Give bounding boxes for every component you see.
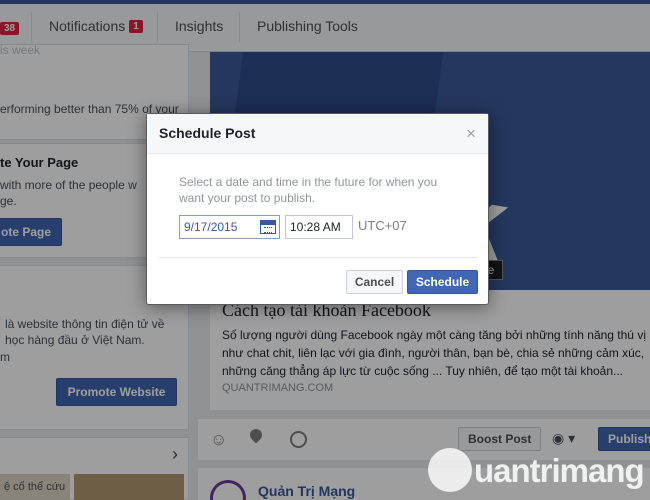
date-field[interactable]: 9/17/2015 (179, 215, 280, 239)
dialog-header: Schedule Post × (147, 114, 488, 154)
dialog-divider (159, 257, 478, 258)
time-field[interactable]: 10:28 AM (285, 215, 353, 239)
schedule-button[interactable]: Schedule (407, 270, 478, 294)
dialog-description: Select a date and time in the future for… (179, 175, 438, 205)
schedule-post-dialog: Schedule Post × Select a date and time i… (146, 113, 489, 305)
dialog-title: Schedule Post (159, 125, 256, 141)
date-value: 9/17/2015 (184, 220, 238, 234)
watermark-logo-icon (428, 448, 472, 492)
cancel-button[interactable]: Cancel (346, 270, 403, 294)
calendar-icon[interactable] (260, 220, 276, 234)
watermark-text: uantrimang (474, 452, 645, 489)
close-icon[interactable]: × (466, 124, 476, 144)
timezone-label: UTC+07 (358, 218, 407, 233)
